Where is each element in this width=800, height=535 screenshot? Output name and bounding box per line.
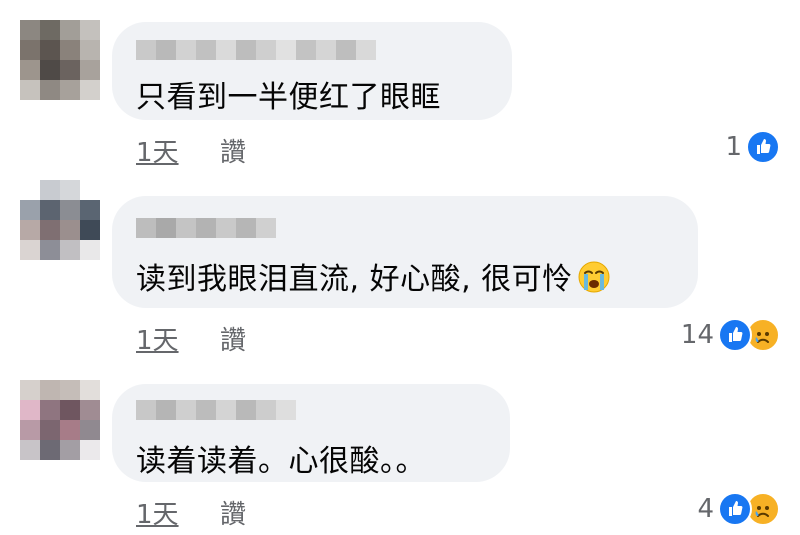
comment-text: 只看到一半便红了眼眶 [136, 80, 441, 115]
like-button[interactable]: 讚 [220, 132, 246, 169]
reaction-summary[interactable]: 4 [697, 492, 780, 526]
author-name-blurred[interactable] [136, 218, 276, 238]
comment-actions: 1天 讚 [136, 494, 246, 531]
comment-timestamp[interactable]: 1天 [136, 326, 179, 356]
reaction-summary[interactable]: 1 [725, 130, 780, 164]
like-button[interactable]: 讚 [220, 494, 246, 531]
comment-bubble: 读着读着。心很酸。。 [112, 384, 510, 482]
comment-timestamp[interactable]: 1天 [136, 138, 179, 168]
like-icon [746, 130, 780, 164]
reaction-count: 4 [697, 494, 714, 524]
reaction-count: 14 [680, 320, 714, 350]
loudly-crying-face-icon [577, 260, 611, 302]
avatar[interactable] [20, 380, 100, 460]
comment-text-content: 读到我眼泪直流, 好心酸, 很可怜 [136, 262, 573, 297]
like-button[interactable]: 讚 [220, 320, 246, 357]
reaction-count: 1 [725, 132, 742, 162]
comment-bubble: 读到我眼泪直流, 好心酸, 很可怜 [112, 196, 698, 308]
author-name-blurred[interactable] [136, 40, 376, 60]
avatar[interactable] [20, 180, 100, 260]
comment-timestamp[interactable]: 1天 [136, 500, 179, 530]
reaction-summary[interactable]: 14 [681, 318, 780, 352]
comment-text: 读到我眼泪直流, 好心酸, 很可怜 [136, 254, 611, 302]
comment-actions: 1天 讚 [136, 320, 246, 357]
like-icon [718, 492, 752, 526]
like-icon [718, 318, 752, 352]
author-name-blurred[interactable] [136, 400, 296, 420]
avatar[interactable] [20, 20, 100, 100]
comment-actions: 1天 讚 [136, 132, 246, 169]
comment-bubble: 只看到一半便红了眼眶 [112, 22, 512, 120]
comment-text: 读着读着。心很酸。。 [136, 444, 426, 479]
